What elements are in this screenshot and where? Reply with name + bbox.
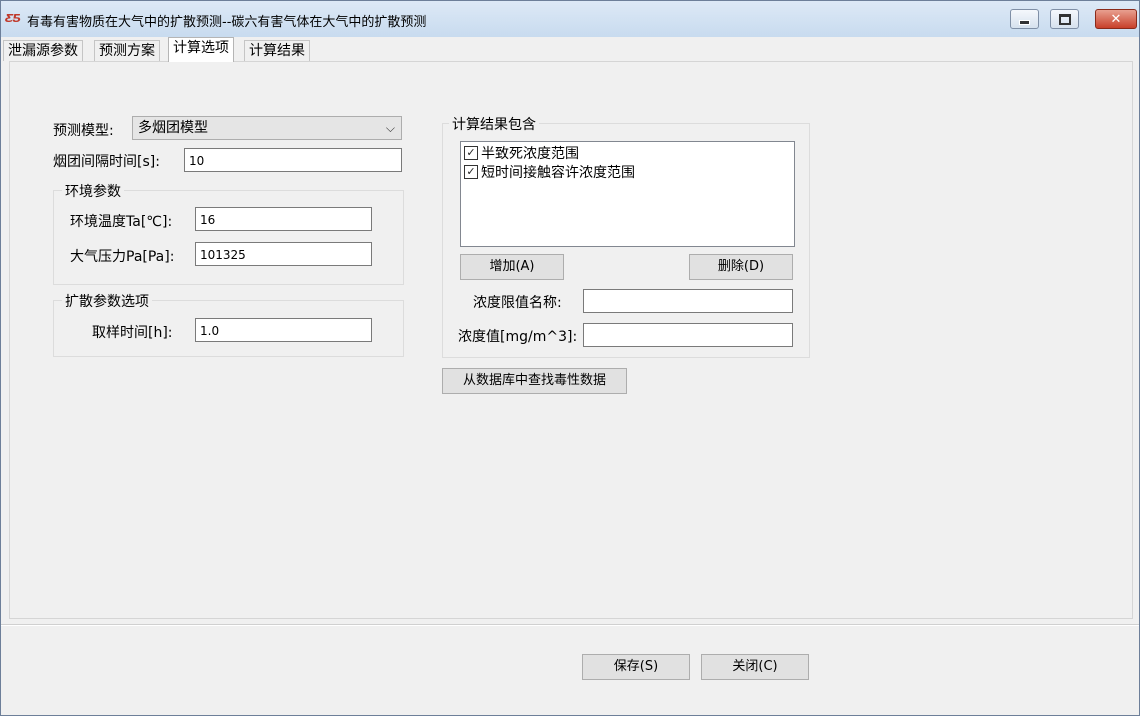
env-params-group: 环境参数 环境温度Ta[℃]: 16 大气压力Pa[Pa]: 101325: [53, 181, 404, 285]
model-label: 预测模型:: [53, 123, 114, 139]
close-window-button[interactable]: ✕: [1095, 9, 1137, 29]
footer-divider-highlight: [1, 625, 1139, 626]
interval-label: 烟团间隔时间[s]:: [53, 154, 160, 170]
add-button[interactable]: 增加(A): [460, 254, 564, 280]
results-include-group: 计算结果包含 ✓ 半致死浓度范围 ✓ 短时间接触容许浓度范围 增加(A) 删除(…: [442, 114, 810, 358]
tab-forecast-plan[interactable]: 预测方案: [94, 40, 160, 61]
env-params-title: 环境参数: [62, 181, 124, 201]
diffusion-params-group: 扩散参数选项 取样时间[h]: 1.0: [53, 291, 404, 357]
diffusion-params-title: 扩散参数选项: [62, 291, 152, 311]
checkbox-checked-icon[interactable]: ✓: [464, 145, 478, 160]
limit-name-label: 浓度限值名称:: [473, 295, 562, 311]
results-include-title: 计算结果包含: [449, 114, 539, 134]
save-button[interactable]: 保存(S): [582, 654, 690, 680]
close-button[interactable]: 关闭(C): [701, 654, 809, 680]
list-item-label: 短时间接触容许浓度范围: [481, 164, 635, 181]
limit-name-input[interactable]: [583, 289, 793, 313]
main-window: ƸƼ 有毒有害物质在大气中的扩散预测--碳六有害气体在大气中的扩散预测 ✕ 泄漏…: [0, 0, 1140, 716]
pressure-input[interactable]: 101325: [195, 242, 372, 266]
list-item[interactable]: ✓ 半致死浓度范围: [464, 144, 579, 162]
maximize-button[interactable]: [1050, 9, 1079, 29]
tab-calc-options[interactable]: 计算选项: [168, 37, 234, 62]
window-title: 有毒有害物质在大气中的扩散预测--碳六有害气体在大气中的扩散预测: [27, 15, 427, 30]
delete-button[interactable]: 删除(D): [689, 254, 793, 280]
model-select[interactable]: 多烟团模型 ⌵: [132, 116, 402, 140]
title-bar: ƸƼ 有毒有害物质在大气中的扩散预测--碳六有害气体在大气中的扩散预测 ✕: [1, 1, 1139, 37]
concentration-input[interactable]: [583, 323, 793, 347]
pressure-label: 大气压力Pa[Pa]:: [70, 249, 175, 265]
interval-input[interactable]: 10: [184, 148, 402, 172]
concentration-label: 浓度值[mg/m^3]:: [458, 329, 578, 345]
close-icon: ✕: [1110, 11, 1122, 27]
checkbox-checked-icon[interactable]: ✓: [464, 164, 478, 179]
sample-time-input[interactable]: 1.0: [195, 318, 372, 342]
tab-content-panel: 预测模型: 多烟团模型 ⌵ 烟团间隔时间[s]: 10 环境参数 环境温度Ta[…: [9, 61, 1133, 619]
tab-leak-source[interactable]: 泄漏源参数: [3, 40, 83, 61]
app-icon: ƸƼ: [5, 12, 21, 25]
tab-bar: 泄漏源参数 预测方案 计算选项 计算结果: [1, 37, 1139, 62]
minimize-button[interactable]: [1010, 9, 1039, 29]
chevron-down-icon: ⌵: [385, 121, 395, 135]
list-item[interactable]: ✓ 短时间接触容许浓度范围: [464, 163, 635, 181]
results-listbox[interactable]: ✓ 半致死浓度范围 ✓ 短时间接触容许浓度范围: [460, 141, 795, 247]
minimize-icon: [1019, 19, 1030, 25]
tab-calc-results[interactable]: 计算结果: [244, 40, 310, 61]
maximize-icon: [1058, 13, 1071, 25]
model-select-value: 多烟团模型: [138, 120, 208, 136]
list-item-label: 半致死浓度范围: [481, 145, 579, 162]
temp-input[interactable]: 16: [195, 207, 372, 231]
temp-label: 环境温度Ta[℃]:: [70, 214, 173, 230]
sample-time-label: 取样时间[h]:: [92, 325, 173, 341]
lookup-toxicity-button[interactable]: 从数据库中查找毒性数据: [442, 368, 627, 394]
